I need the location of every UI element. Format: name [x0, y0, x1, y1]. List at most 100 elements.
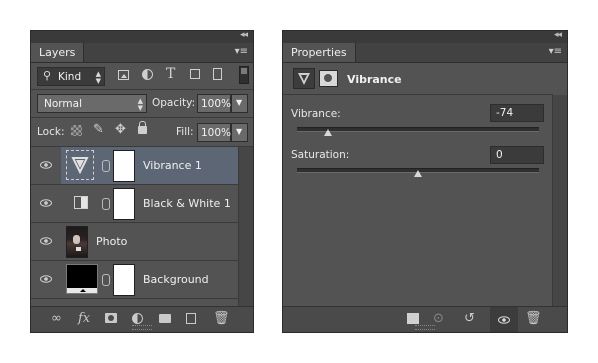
layer-name: Vibrance 1 — [143, 159, 202, 172]
shape-filter-icon[interactable] — [190, 69, 200, 79]
saturation-slider-thumb[interactable] — [414, 170, 422, 177]
lock-label: Lock: — [37, 126, 65, 138]
link-icon[interactable] — [102, 198, 110, 210]
opacity-label: Opacity: — [152, 97, 196, 109]
vibrance-adjustment-thumbnail — [66, 150, 94, 180]
delete-icon[interactable]: 🗑 — [525, 312, 542, 326]
filter-toggle-icon[interactable] — [239, 66, 249, 84]
vibrance-input[interactable]: -74 — [490, 104, 544, 122]
vibrance-value: -74 — [496, 107, 514, 119]
chevron-down-icon: ▼ — [236, 98, 243, 107]
fill-dropdown-button[interactable]: ▼ — [231, 123, 248, 142]
blend-mode-value: Normal — [44, 98, 82, 110]
new-adjustment-icon[interactable] — [132, 313, 143, 324]
delete-layer-icon[interactable]: 🗑 — [213, 312, 230, 326]
vibrance-adjustment-icon — [293, 68, 315, 89]
mask-icon[interactable] — [319, 70, 338, 87]
vibrance-slider-track[interactable] — [297, 127, 539, 132]
opacity-dropdown-button[interactable]: ▼ — [231, 94, 248, 113]
fill-label: Fill: — [176, 126, 194, 138]
add-mask-icon[interactable] — [105, 313, 117, 323]
view-previous-icon[interactable]: ⊙ — [433, 312, 444, 326]
vibrance-slider-thumb[interactable] — [324, 129, 333, 136]
layer-name: Black & White 1 — [143, 197, 231, 210]
collapse-panel-icon[interactable]: ◂◂ — [240, 30, 248, 40]
saturation-value: 0 — [496, 149, 503, 161]
layer-mask-thumbnail[interactable] — [113, 188, 135, 220]
clip-to-layer-icon[interactable] — [407, 313, 419, 324]
new-group-icon[interactable] — [159, 314, 171, 323]
tab-layers[interactable]: Layers — [31, 43, 85, 62]
opacity-value: 100% — [201, 98, 232, 110]
stepper-icon: ▲ ▼ — [137, 97, 143, 112]
resize-grip[interactable] — [415, 325, 435, 330]
layers-panel: ◂◂ Layers ▾≡ ⚲ Kind ▲ ▼ T Normal ▲ ▼ Opaci… — [30, 30, 254, 333]
layer-row-black-white[interactable]: Black & White 1 — [61, 185, 240, 223]
layers-list: Vibrance 1 Black & White 1 Photo Backgro… — [31, 147, 254, 307]
divider — [31, 89, 253, 90]
black-white-adjustment-icon — [74, 196, 88, 209]
image-filter-icon[interactable] — [118, 70, 129, 80]
link-icon[interactable] — [102, 160, 110, 172]
filter-kind-label: Kind — [58, 71, 82, 83]
eye-icon — [498, 316, 510, 324]
properties-panel: ◂◂ Properties ▾≡ Vibrance Vibrance: -74 … — [282, 30, 568, 333]
layer-name: Background — [143, 273, 209, 286]
eye-icon — [40, 199, 52, 207]
type-filter-icon[interactable]: T — [166, 66, 175, 82]
saturation-label: Saturation: — [291, 149, 350, 161]
saturation-input[interactable]: 0 — [490, 146, 544, 164]
panel-menu-icon[interactable]: ▾≡ — [549, 46, 562, 57]
layer-mask-thumbnail[interactable] — [113, 150, 135, 182]
layers-panel-topbar: ◂◂ — [31, 30, 253, 43]
layer-row-photo[interactable]: Photo — [61, 223, 240, 261]
background-thumbnail[interactable] — [66, 264, 98, 294]
panel-menu-icon[interactable]: ▾≡ — [235, 46, 248, 57]
layers-bottom-bar: ∞ fx 🗑 — [31, 306, 253, 332]
fill-value: 100% — [201, 127, 232, 139]
properties-scrollbar[interactable] — [552, 95, 567, 307]
reset-icon[interactable]: ↺ — [464, 312, 475, 326]
visibility-toggle[interactable] — [31, 185, 61, 223]
layers-tab-row: Layers ▾≡ — [31, 43, 253, 63]
fill-field[interactable]: 100% — [197, 123, 231, 142]
visibility-toggle[interactable] — [31, 261, 61, 299]
eye-icon — [40, 237, 52, 245]
layer-mask-thumbnail[interactable] — [113, 264, 135, 296]
adjustment-filter-icon[interactable] — [142, 69, 153, 80]
collapse-panel-icon[interactable]: ◂◂ — [554, 30, 562, 40]
layer-name: Photo — [96, 235, 128, 248]
layer-row-background[interactable]: Background — [61, 261, 240, 299]
chevron-down-icon: ▼ — [236, 127, 243, 136]
properties-tab-row: Properties ▾≡ — [283, 43, 567, 63]
fx-icon[interactable]: fx — [78, 312, 90, 326]
lock-transparency-icon[interactable] — [71, 125, 82, 136]
lock-position-icon[interactable]: ✥ — [115, 122, 126, 137]
vibrance-label: Vibrance: — [291, 108, 341, 120]
lock-all-icon[interactable] — [138, 121, 147, 134]
lock-image-icon[interactable]: ✎ — [93, 122, 104, 137]
eye-icon — [40, 161, 52, 169]
layer-row-vibrance[interactable]: Vibrance 1 — [61, 147, 240, 185]
photo-thumbnail[interactable] — [66, 226, 88, 258]
visibility-toggle[interactable] — [31, 147, 61, 185]
search-icon: ⚲ — [43, 69, 52, 82]
layers-scrollbar[interactable] — [238, 147, 253, 307]
visibility-toggle[interactable] — [31, 223, 61, 261]
opacity-field[interactable]: 100% — [197, 94, 231, 113]
eye-icon — [40, 275, 52, 283]
stepper-icon: ▲ ▼ — [95, 70, 101, 85]
blend-mode-select[interactable]: Normal ▲ ▼ — [37, 94, 147, 113]
resize-grip[interactable] — [132, 325, 152, 330]
properties-panel-topbar: ◂◂ — [283, 30, 567, 43]
filter-kind-select[interactable]: ⚲ Kind ▲ ▼ — [37, 67, 105, 86]
smart-object-filter-icon[interactable] — [213, 68, 222, 80]
tab-properties[interactable]: Properties — [283, 43, 356, 62]
visibility-button[interactable] — [490, 307, 518, 332]
new-layer-icon[interactable] — [186, 313, 196, 324]
link-icon[interactable] — [102, 274, 110, 286]
divider — [31, 117, 253, 118]
divider — [283, 94, 553, 95]
link-layers-icon[interactable]: ∞ — [51, 312, 62, 326]
properties-bottom-bar: ⊙ ↺ 🗑 — [283, 306, 567, 332]
